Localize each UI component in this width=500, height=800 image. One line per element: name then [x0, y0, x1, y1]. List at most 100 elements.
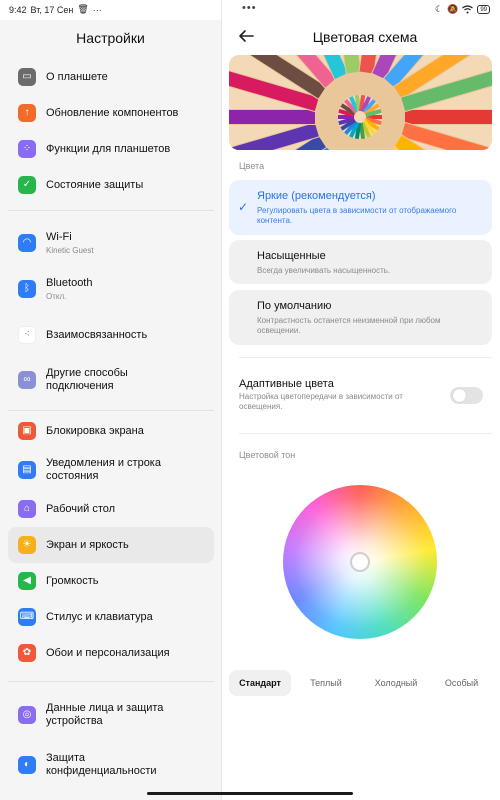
- menu-label: Громкость: [46, 574, 99, 587]
- menu-item-about-tablet[interactable]: ▭ О планшете: [8, 59, 214, 95]
- menu-item-stylus-keyboard[interactable]: ⌨ Стилус и клавиатура: [8, 599, 214, 635]
- menu-label: Экран и яркость: [46, 538, 129, 551]
- option-title: Насыщенные: [257, 250, 326, 262]
- menu-label: Стилус и клавиатура: [46, 610, 153, 623]
- moon-icon: ☾: [435, 4, 444, 14]
- menu-item-privacy[interactable]: ◐ Защита конфиденциальности: [8, 742, 214, 788]
- option-saturated[interactable]: Насыщенные Всегда увеличивать насыщеннос…: [229, 240, 492, 284]
- trash-icon: 🗑: [77, 4, 89, 14]
- menu-label: Уведомления и строка состояния: [46, 457, 161, 482]
- menu-item-lock-screen[interactable]: ▣ Блокировка экрана: [8, 413, 214, 449]
- link-icon: ∞: [18, 371, 36, 389]
- menu-item-other-connections[interactable]: ∞ Другие способы подключения: [8, 359, 214, 401]
- adaptive-colors-title: Адаптивные цвета: [239, 378, 334, 390]
- adaptive-colors-desc: Настройка цветопередачи в зависимости от…: [239, 392, 403, 411]
- tablet-icon: ▭: [18, 68, 36, 86]
- notification-icon: ▤: [18, 461, 36, 479]
- page-title: Цветовая схема: [312, 29, 418, 45]
- menu-item-tablet-features[interactable]: ⁘ Функции для планшетов: [8, 131, 214, 167]
- lock-icon: ▣: [18, 422, 36, 440]
- interconnect-dots-icon: ⁖: [18, 326, 36, 344]
- section-label-tone: Цветовой тон: [239, 450, 296, 460]
- divider: [8, 681, 214, 682]
- update-arrow-icon: ↑: [18, 104, 36, 122]
- color-scheme-panel: Цветовая схема Цвета ✓ Яркие (рекомендуе…: [222, 20, 500, 800]
- menu-label: Взаимосвязанность: [46, 328, 148, 341]
- menu-sublabel: Откл.: [46, 292, 67, 301]
- menu-label: Данные лица и защита устройства: [46, 702, 164, 727]
- adaptive-colors-toggle[interactable]: [450, 387, 483, 404]
- menu-label: Другие способы подключения: [46, 367, 128, 392]
- status-date: Вт, 17 Сен: [30, 4, 74, 15]
- home-indicator[interactable]: [147, 792, 353, 795]
- color-wheel[interactable]: [283, 485, 437, 639]
- menu-label: Блокировка экрана: [46, 424, 144, 437]
- face-id-icon: ◎: [18, 706, 36, 724]
- multitask-dots-icon[interactable]: •••: [242, 2, 257, 14]
- menu-item-wallpaper[interactable]: ✿ Обои и персонализация: [8, 635, 214, 671]
- option-desc: Всегда увеличивать насыщенность.: [257, 266, 391, 275]
- option-desc: Контрастность останется неизменной при л…: [257, 316, 441, 335]
- wifi-icon: ◠: [18, 234, 36, 252]
- option-desc: Регулировать цвета в зависимости от отоб…: [257, 206, 457, 225]
- settings-title: Настройки: [76, 30, 145, 46]
- menu-item-bluetooth[interactable]: ᛒ Bluetooth Откл.: [8, 271, 214, 307]
- menu-item-display-brightness[interactable]: ☀ Экран и яркость: [8, 527, 214, 563]
- sun-icon: ☀: [18, 536, 36, 554]
- shield-check-icon: ✓: [18, 176, 36, 194]
- menu-sublabel: Kinetic Guest: [46, 246, 94, 255]
- status-bar: 9:42 Вт, 17 Сен 🗑 ··· ••• ☾ 🔕 99: [0, 0, 500, 20]
- tab-standard[interactable]: Стандарт: [229, 670, 291, 696]
- section-label-colors: Цвета: [239, 161, 265, 171]
- volume-icon: ◀: [18, 572, 36, 590]
- menu-item-wifi[interactable]: ◠ Wi-Fi Kinetic Guest: [8, 225, 214, 261]
- menu-item-volume[interactable]: ◀ Громкость: [8, 563, 214, 599]
- option-default[interactable]: По умолчанию Контрастность останется неи…: [229, 290, 492, 345]
- tone-tabs: Стандарт Теплый Холодный Особый: [229, 670, 492, 696]
- tab-warm[interactable]: Теплый: [291, 670, 361, 696]
- menu-label: Функции для планшетов: [46, 142, 171, 155]
- option-title: По умолчанию: [257, 300, 332, 312]
- menu-label: Защита конфиденциальности: [46, 752, 157, 777]
- menu-group-privacy: ◎ Данные лица и защита устройства ◐ Защи…: [8, 692, 214, 788]
- option-title: Яркие (рекомендуется): [257, 190, 376, 202]
- toggle-knob: [453, 389, 466, 402]
- tab-custom[interactable]: Особый: [431, 670, 492, 696]
- more-dots-icon: ···: [92, 4, 102, 15]
- bluetooth-icon: ᛒ: [18, 280, 36, 298]
- grid-dots-icon: ⁘: [18, 140, 36, 158]
- menu-item-interconnectivity[interactable]: ⁖ Взаимосвязанность: [8, 317, 214, 353]
- divider: [8, 210, 214, 211]
- status-time: 9:42: [9, 4, 27, 15]
- menu-label: Рабочий стол: [46, 502, 116, 515]
- keyboard-icon: ⌨: [18, 608, 36, 626]
- menu-label: Bluetooth: [46, 277, 93, 289]
- option-vivid[interactable]: ✓ Яркие (рекомендуется) Регулировать цве…: [229, 180, 492, 235]
- color-wheel-handle[interactable]: [350, 552, 370, 572]
- menu-item-face-data[interactable]: ◎ Данные лица и защита устройства: [8, 692, 214, 738]
- colored-pencils-banner: [229, 55, 492, 150]
- home-icon: ⌂: [18, 500, 36, 518]
- tab-cold[interactable]: Холодный: [361, 670, 431, 696]
- divider: [239, 357, 492, 358]
- menu-label: Состояние защиты: [46, 178, 144, 191]
- menu-label: Обои и персонализация: [46, 646, 170, 659]
- menu-group-display: ▣ Блокировка экрана ▤ Уведомления и стро…: [8, 413, 214, 671]
- divider: [8, 410, 214, 411]
- menu-label: О планшете: [46, 70, 108, 83]
- menu-group-connectivity: ◠ Wi-Fi Kinetic Guest ᛒ Bluetooth Откл. …: [8, 225, 214, 401]
- menu-label: Wi-Fi: [46, 231, 72, 243]
- menu-label: Обновление компонентов: [46, 106, 179, 119]
- checkmark-icon: ✓: [238, 200, 249, 214]
- menu-item-home-screen[interactable]: ⌂ Рабочий стол: [8, 491, 214, 527]
- menu-item-security-status[interactable]: ✓ Состояние защиты: [8, 167, 214, 203]
- palette-icon: ✿: [18, 644, 36, 662]
- settings-sidebar: Настройки ▭ О планшете ↑ Обновление комп…: [0, 20, 221, 800]
- menu-item-notifications[interactable]: ▤ Уведомления и строка состояния: [8, 449, 214, 491]
- wifi-status-icon: [462, 5, 474, 14]
- menu-group-device: ▭ О планшете ↑ Обновление компонентов ⁘ …: [8, 59, 214, 203]
- bell-off-icon: 🔕: [447, 4, 459, 14]
- battery-indicator: 99: [477, 5, 490, 14]
- menu-item-updates[interactable]: ↑ Обновление компонентов: [8, 95, 214, 131]
- privacy-icon: ◐: [18, 756, 36, 774]
